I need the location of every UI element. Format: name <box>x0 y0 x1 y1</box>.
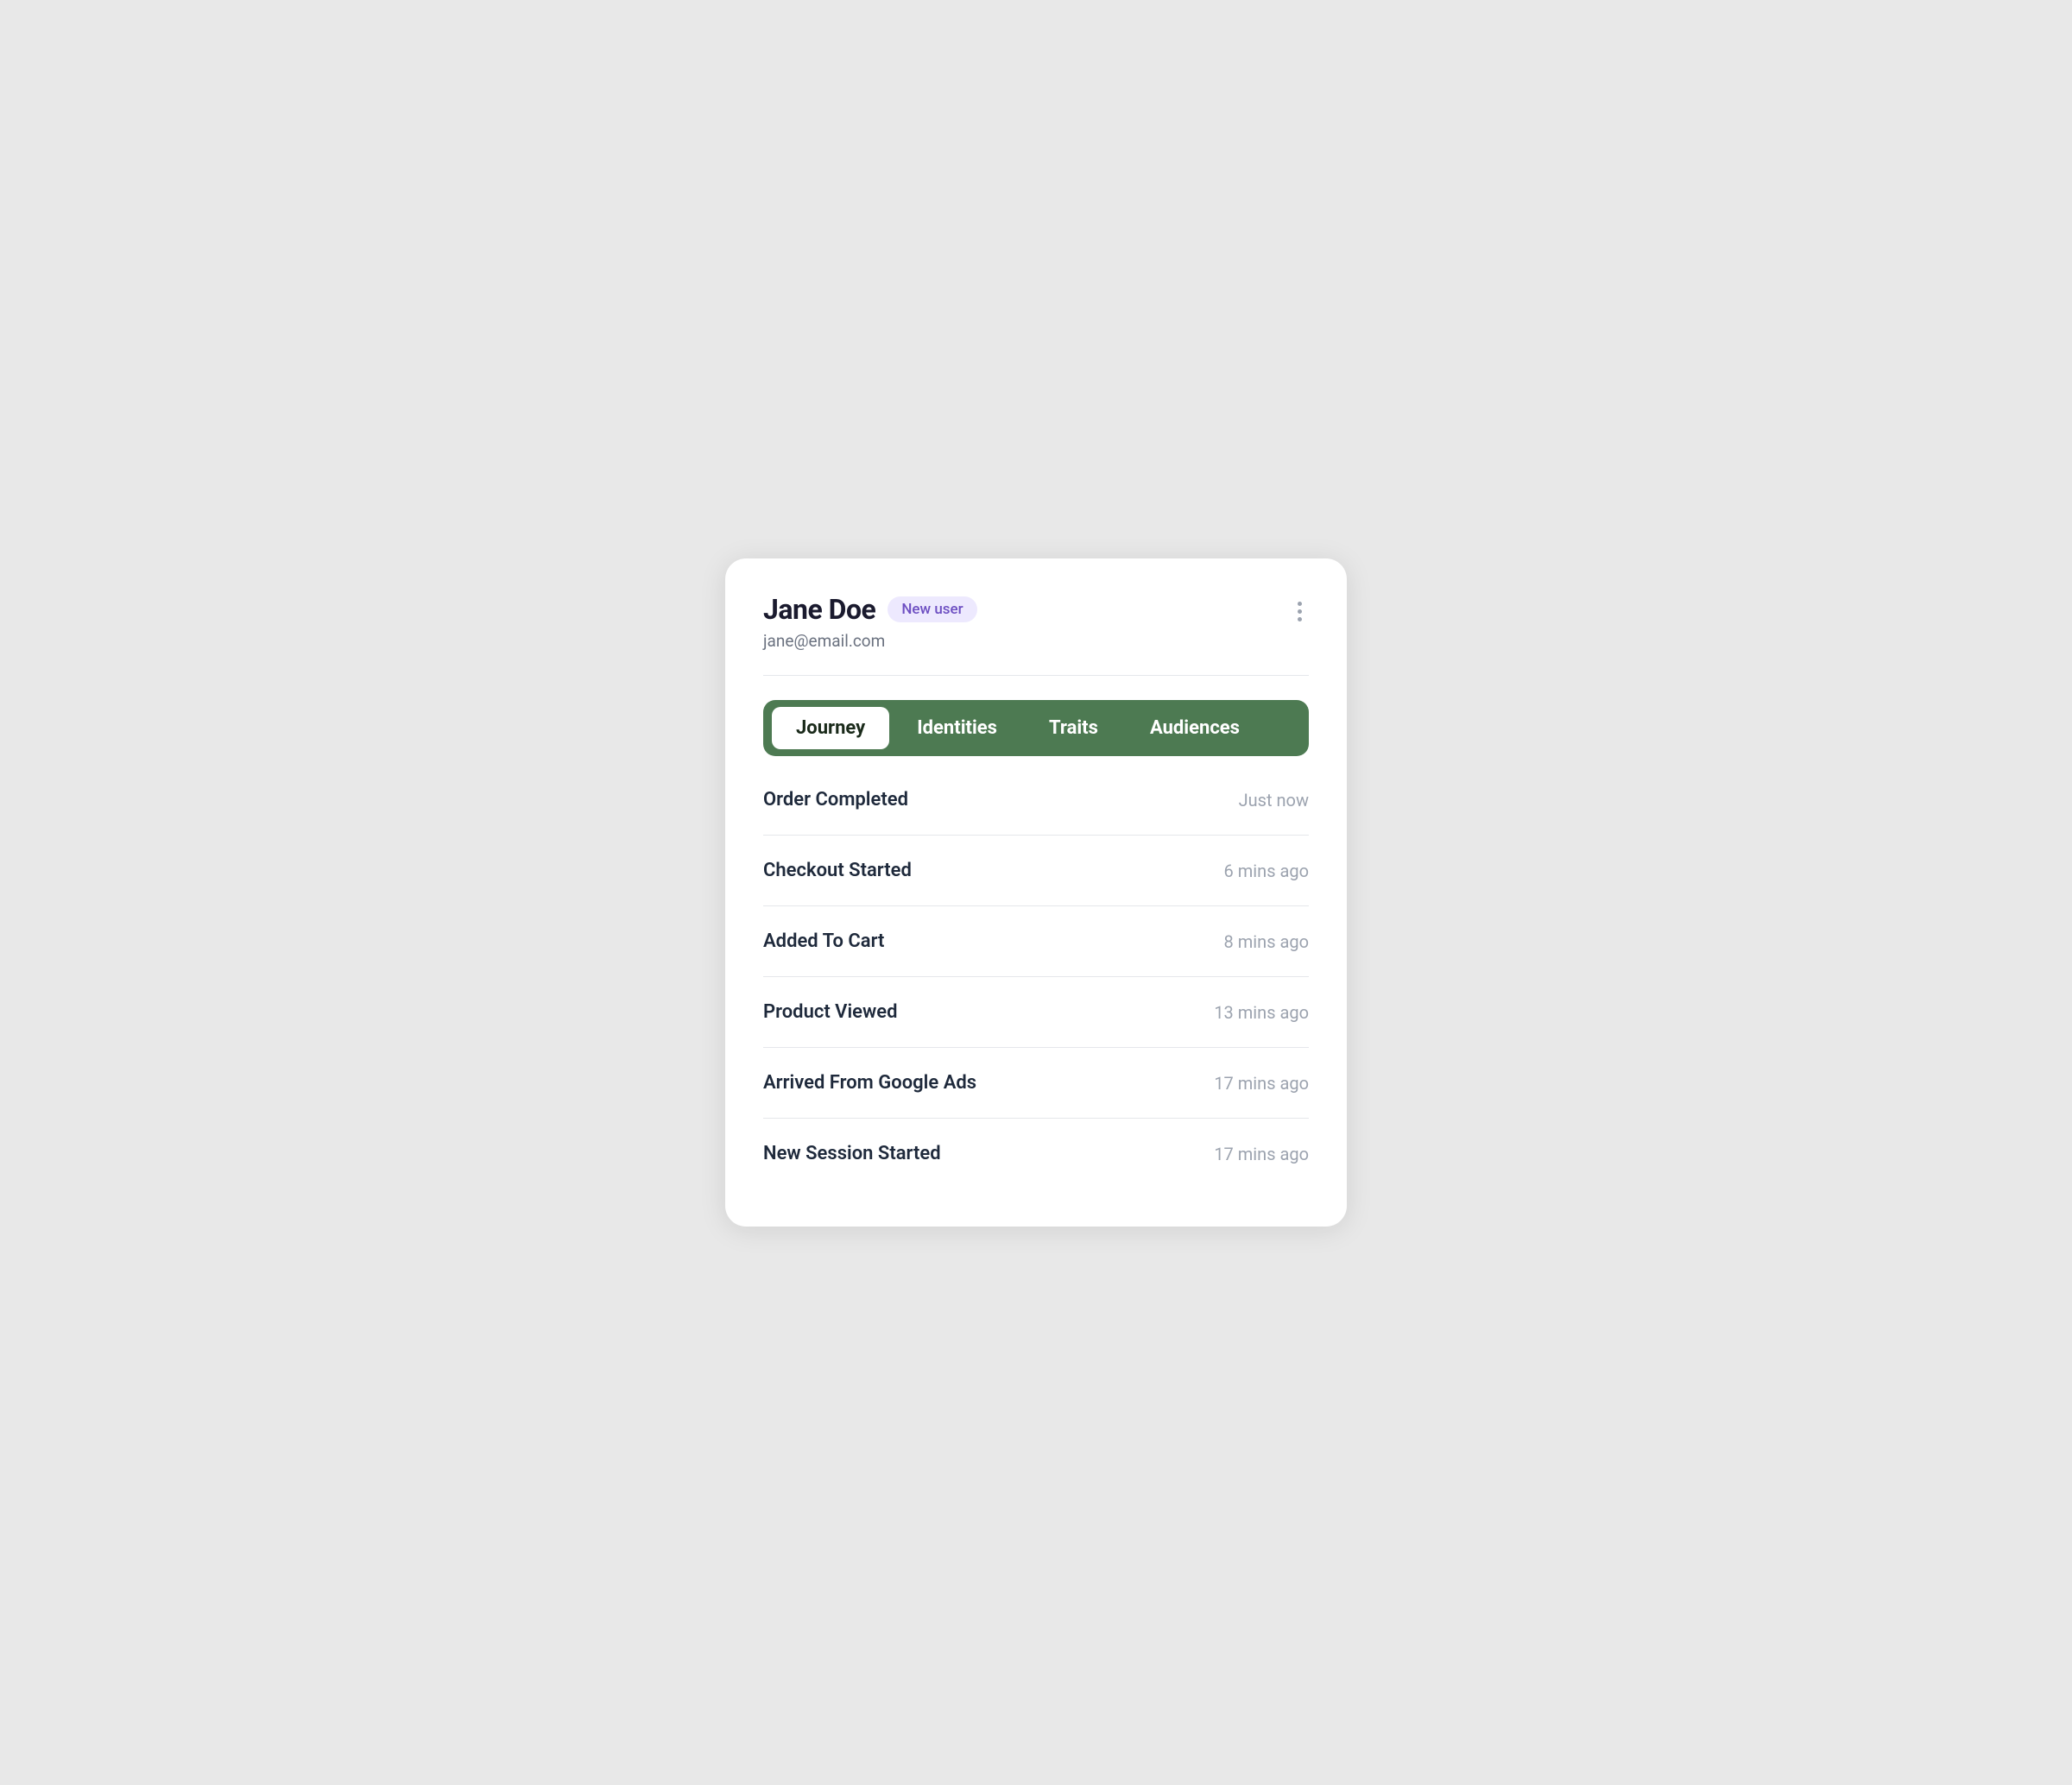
journey-event-name: New Session Started <box>763 1143 941 1164</box>
journey-event-row[interactable]: Order Completed Just now <box>763 765 1309 835</box>
journey-list: Order Completed Just now Checkout Started 6… <box>763 765 1309 1189</box>
user-email: jane@email.com <box>763 631 977 651</box>
journey-event-row[interactable]: Checkout Started 6 mins ago <box>763 836 1309 905</box>
user-name: Jane Doe <box>763 593 875 626</box>
journey-event-time: 8 mins ago <box>1224 931 1309 952</box>
journey-event-time: Just now <box>1239 790 1309 811</box>
journey-event-time: 17 mins ago <box>1214 1144 1309 1164</box>
user-profile-card: Jane Doe New user jane@email.com Journey… <box>725 558 1347 1227</box>
tab-bar: Journey Identities Traits Audiences <box>763 700 1309 756</box>
journey-event-row[interactable]: New Session Started 17 mins ago <box>763 1119 1309 1189</box>
journey-event-time: 17 mins ago <box>1214 1073 1309 1094</box>
journey-event-row[interactable]: Product Viewed 13 mins ago <box>763 977 1309 1047</box>
more-dot-2 <box>1298 609 1302 614</box>
profile-header: Jane Doe New user jane@email.com <box>763 593 1309 651</box>
journey-event-name: Added To Cart <box>763 930 884 952</box>
new-user-badge: New user <box>888 596 976 622</box>
more-dot-3 <box>1298 617 1302 621</box>
journey-event-row[interactable]: Arrived From Google Ads 17 mins ago <box>763 1048 1309 1118</box>
more-dot-1 <box>1298 602 1302 606</box>
tab-journey[interactable]: Journey <box>772 707 889 749</box>
tab-audiences[interactable]: Audiences <box>1126 707 1264 749</box>
profile-name-row: Jane Doe New user <box>763 593 977 626</box>
journey-event-time: 13 mins ago <box>1214 1002 1309 1023</box>
header-divider <box>763 675 1309 676</box>
journey-event-name: Order Completed <box>763 789 908 811</box>
journey-event-name: Arrived From Google Ads <box>763 1072 976 1094</box>
tab-identities[interactable]: Identities <box>893 707 1021 749</box>
journey-event-row[interactable]: Added To Cart 8 mins ago <box>763 906 1309 976</box>
more-options-button[interactable] <box>1291 598 1309 625</box>
journey-event-time: 6 mins ago <box>1224 861 1309 881</box>
journey-event-name: Product Viewed <box>763 1001 897 1023</box>
profile-info: Jane Doe New user jane@email.com <box>763 593 977 651</box>
tab-traits[interactable]: Traits <box>1025 707 1122 749</box>
journey-event-name: Checkout Started <box>763 860 912 881</box>
